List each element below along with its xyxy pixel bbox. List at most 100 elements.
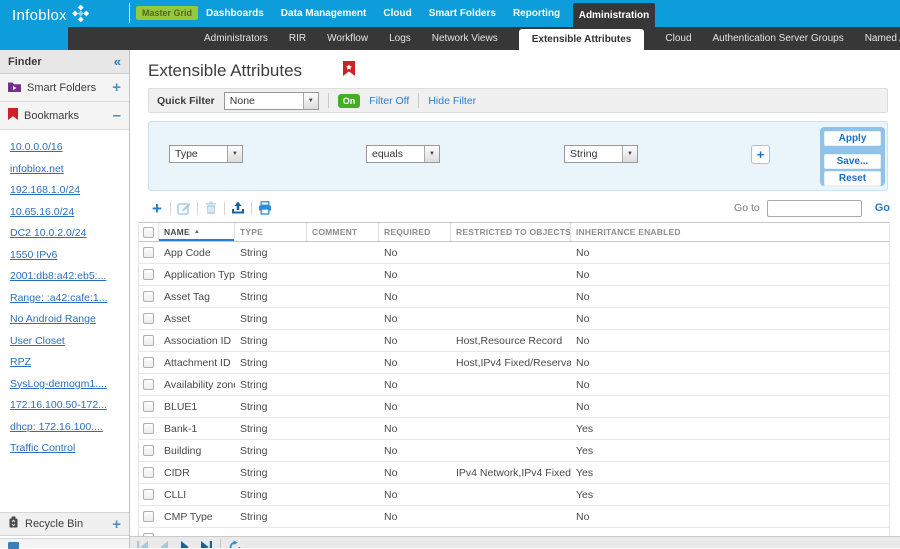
- sub-nav-item[interactable]: Named ACLs: [865, 33, 900, 44]
- cell-inheritance: Yes: [571, 423, 889, 435]
- filter-on-toggle[interactable]: On: [338, 94, 361, 108]
- recycle-bin-section[interactable]: Recycle Bin +: [0, 512, 129, 536]
- bookmark-link[interactable]: infoblox.net: [10, 159, 129, 181]
- bookmarks-collapse-button[interactable]: –: [113, 108, 121, 123]
- hide-filter-link[interactable]: Hide Filter: [428, 95, 476, 107]
- bookmark-link[interactable]: DC2 10.0.2.0/24: [10, 223, 129, 245]
- print-button[interactable]: [256, 199, 274, 217]
- bookmark-link[interactable]: 1550 IPv6: [10, 245, 129, 267]
- filter-operator-select[interactable]: equals ▼: [366, 145, 440, 163]
- reset-button[interactable]: Reset: [824, 171, 881, 186]
- sub-nav-item[interactable]: RIR: [289, 33, 306, 44]
- save-button[interactable]: Save...: [824, 154, 881, 169]
- row-checkbox[interactable]: [143, 511, 154, 522]
- bookmark-link[interactable]: 10.0.0.0/16: [10, 137, 129, 159]
- bookmark-link[interactable]: No Android Range: [10, 309, 129, 331]
- row-checkbox[interactable]: [143, 401, 154, 412]
- bookmarks-section[interactable]: Bookmarks –: [0, 102, 129, 130]
- tab-extensible-attributes[interactable]: Extensible Attributes: [519, 29, 645, 50]
- top-nav-item[interactable]: Cloud: [383, 8, 411, 19]
- row-checkbox[interactable]: [143, 247, 154, 258]
- sub-nav-item[interactable]: Logs: [389, 33, 411, 44]
- page-bookmark-icon[interactable]: [343, 61, 355, 81]
- table-row[interactable]: BLUE1 String No No: [139, 396, 889, 418]
- table-row[interactable]: Attachment ID String No Host,IPv4 Fixed/…: [139, 352, 889, 374]
- quick-filter-select[interactable]: None ▼: [224, 92, 319, 110]
- table-row[interactable]: App Code String No No: [139, 242, 889, 264]
- filter-state-label[interactable]: Filter Off: [369, 95, 409, 107]
- cell-type: String: [235, 379, 307, 391]
- add-filter-row-button[interactable]: +: [751, 145, 770, 164]
- row-checkbox[interactable]: [143, 379, 154, 390]
- smart-folders-expand-button[interactable]: +: [112, 80, 121, 95]
- row-checkbox[interactable]: [143, 313, 154, 324]
- bookmark-link[interactable]: User Closet: [10, 331, 129, 353]
- column-header-name[interactable]: NAME ▲: [159, 223, 235, 241]
- select-all-checkbox[interactable]: [143, 227, 154, 238]
- cell-name: App Code: [159, 247, 235, 259]
- edit-button[interactable]: [175, 199, 193, 217]
- sub-nav-item[interactable]: Network Views: [432, 33, 498, 44]
- table-row[interactable]: Availability zone String No No: [139, 374, 889, 396]
- bookmark-link[interactable]: 2001:db8:a42:eb5:...: [10, 266, 129, 288]
- import-button[interactable]: [229, 199, 247, 217]
- delete-button[interactable]: [202, 199, 220, 217]
- top-nav-item[interactable]: Smart Folders: [429, 8, 496, 19]
- smart-folders-section[interactable]: Smart Folders +: [0, 74, 129, 102]
- bookmark-link[interactable]: 10.65.16.0/24: [10, 202, 129, 224]
- filter-field-select[interactable]: Type ▼: [169, 145, 243, 163]
- table-row[interactable]: Building String No Yes: [139, 440, 889, 462]
- column-header-restricted[interactable]: RESTRICTED TO OBJECTS: [451, 223, 571, 241]
- table-row[interactable]: Association ID String No Host,Resource R…: [139, 330, 889, 352]
- table-row[interactable]: CLLI String No Yes: [139, 484, 889, 506]
- row-checkbox[interactable]: [143, 335, 154, 346]
- table-row[interactable]: CMP Type String No No: [139, 506, 889, 528]
- table-row[interactable]: CIDR String No IPv4 Network,IPv4 Fixed/R…: [139, 462, 889, 484]
- table-row[interactable]: Bank-1 String No Yes: [139, 418, 889, 440]
- bookmarks-icon: [8, 107, 18, 125]
- table-row[interactable]: Asset Tag String No No: [139, 286, 889, 308]
- table-body: App Code String No No Application Type S…: [139, 242, 889, 536]
- sub-nav-item[interactable]: Authentication Server Groups: [713, 33, 844, 44]
- filter-action-group: Apply Save... Reset: [820, 127, 885, 186]
- table-row[interactable]: [139, 528, 889, 536]
- row-checkbox[interactable]: [143, 269, 154, 280]
- bookmark-link[interactable]: SysLog-demogm1....: [10, 374, 129, 396]
- row-checkbox[interactable]: [143, 291, 154, 302]
- column-header-inheritance[interactable]: INHERITANCE ENABLED: [571, 223, 889, 241]
- column-header-comment[interactable]: COMMENT: [307, 223, 379, 241]
- go-button[interactable]: Go: [875, 202, 890, 214]
- sub-nav-item[interactable]: Administrators: [204, 33, 268, 44]
- next-page-icon[interactable]: [178, 539, 192, 548]
- row-checkbox[interactable]: [143, 467, 154, 478]
- recycle-bin-expand-button[interactable]: +: [112, 517, 121, 532]
- bookmark-link[interactable]: Traffic Control: [10, 438, 129, 460]
- apply-button[interactable]: Apply: [824, 131, 881, 146]
- table-row[interactable]: Application Type String No No: [139, 264, 889, 286]
- top-nav-item[interactable]: Reporting: [513, 8, 560, 19]
- prev-page-icon[interactable]: [157, 539, 171, 548]
- sub-nav-item[interactable]: Cloud: [665, 33, 691, 44]
- add-attribute-button[interactable]: +: [148, 199, 166, 217]
- bookmark-link[interactable]: RPZ: [10, 352, 129, 374]
- refresh-icon[interactable]: [228, 539, 242, 548]
- row-checkbox[interactable]: [143, 357, 154, 368]
- goto-input[interactable]: [767, 200, 862, 217]
- row-checkbox[interactable]: [143, 489, 154, 500]
- bookmark-link[interactable]: dhcp: 172.16.100....: [10, 417, 129, 439]
- filter-value-select[interactable]: String ▼: [564, 145, 638, 163]
- table-row[interactable]: Asset String No No: [139, 308, 889, 330]
- top-nav-item[interactable]: Data Management: [281, 8, 367, 19]
- bookmark-link[interactable]: Range: :a42:cafe:1...: [10, 288, 129, 310]
- column-header-type[interactable]: TYPE: [235, 223, 307, 241]
- column-header-required[interactable]: REQUIRED: [379, 223, 451, 241]
- bookmark-link[interactable]: 172.16.100.50-172...: [10, 395, 129, 417]
- collapse-sidebar-icon[interactable]: «: [114, 54, 121, 69]
- top-nav-item[interactable]: Dashboards: [206, 8, 264, 19]
- first-page-icon[interactable]: [136, 539, 150, 548]
- row-checkbox[interactable]: [143, 445, 154, 456]
- sub-nav-item[interactable]: Workflow: [327, 33, 368, 44]
- last-page-icon[interactable]: [199, 539, 213, 548]
- bookmark-link[interactable]: 192.168.1.0/24: [10, 180, 129, 202]
- row-checkbox[interactable]: [143, 423, 154, 434]
